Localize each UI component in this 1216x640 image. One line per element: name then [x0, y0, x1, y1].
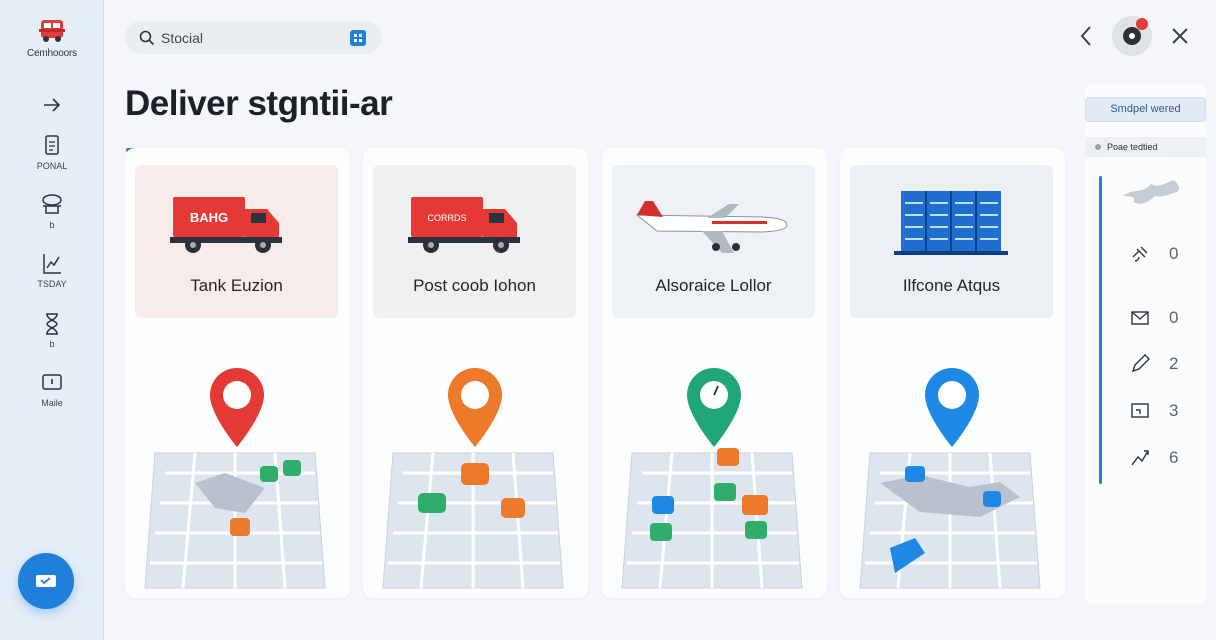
sidebar-item-ponal[interactable]: PONAL [0, 133, 104, 171]
map-pin-icon [144, 368, 326, 589]
delivery-card-tank[interactable]: BAHG Tank Euzion [125, 148, 350, 598]
stat-value: 3 [1169, 401, 1179, 420]
card-label: Tank Euzion [190, 276, 283, 295]
satellite-icon [1132, 246, 1148, 262]
delivery-card-post[interactable]: CORRDS Post coob Iohon [363, 148, 588, 598]
status-label: Poae tedtied [1107, 142, 1158, 152]
close-button[interactable] [1164, 16, 1196, 56]
stat-screen: 3 [1129, 399, 1199, 423]
search-icon [139, 30, 155, 45]
card-label: Alsoraice Lollor [655, 276, 772, 295]
sidebar-item-label: b [49, 220, 55, 230]
card-header: Ilfcone Atqus [850, 165, 1053, 318]
chevron-left-icon [1080, 26, 1091, 46]
sidebar-item-label: TSDAY [37, 279, 67, 289]
user-avatar[interactable] [1112, 16, 1152, 56]
truck-badge: BAHG [190, 210, 228, 225]
route-icon [1131, 450, 1149, 466]
sidebar-item-maile[interactable]: Maile [0, 370, 104, 408]
back-button[interactable] [1074, 16, 1098, 56]
sidebar-item-label: b [49, 339, 55, 349]
stat-satellite: 0 [1129, 242, 1199, 266]
map-pin-icon [859, 368, 1041, 589]
sidebar-item-forward[interactable] [0, 92, 104, 120]
stat-value: 6 [1169, 448, 1179, 467]
status-row: Poae tedtied [1085, 137, 1206, 157]
stat-value: 0 [1169, 308, 1179, 327]
sidebar-item-label: PONAL [36, 161, 68, 171]
world-map-icon [1123, 180, 1180, 204]
truck-badge: CORRDS [427, 213, 466, 223]
stat-mail: 0 [1129, 306, 1199, 330]
search-input[interactable] [161, 29, 341, 46]
sidebar: Cemhooors PONAL b TSDAY b Maile [0, 0, 104, 640]
truck-icon: CORRDS [408, 197, 520, 253]
right-panel: Smdpel wered Poae tedtied 0 0 2 3 6 [1085, 84, 1206, 604]
delivery-card-atlas[interactable]: Ilfcone Atqus [840, 148, 1065, 598]
server-icon [894, 191, 1008, 255]
brand[interactable]: Cemhooors [0, 18, 104, 59]
map-pin-icon [621, 368, 803, 589]
stat-value: 2 [1169, 354, 1179, 373]
chart-icon [43, 254, 61, 274]
truck-icon: BAHG [170, 197, 282, 253]
card-header: BAHG Tank Euzion [135, 165, 338, 318]
sidebar-item-network[interactable]: b [0, 192, 104, 230]
stat-value: 0 [1169, 244, 1179, 263]
sidebar-item-timer[interactable]: b [0, 311, 104, 349]
delivery-card-air[interactable]: Alsoraice Lollor [602, 148, 827, 598]
airplane-icon [635, 201, 788, 253]
card-header: CORRDS Post coob Iohon [373, 165, 576, 318]
stat-route: 6 [1129, 446, 1199, 470]
grid-view-icon[interactable] [350, 30, 366, 46]
top-controls [1074, 16, 1196, 56]
ticket-icon [36, 575, 56, 587]
page-title: Deliver stgntii-ar [125, 84, 393, 123]
pen-icon [1131, 354, 1150, 373]
card-header: Alsoraice Lollor [612, 165, 815, 318]
stat-pen: 2 [1129, 352, 1199, 376]
search-bar[interactable] [125, 21, 382, 54]
network-icon [42, 194, 62, 214]
hourglass-icon [46, 313, 58, 335]
card-label: Post coob Iohon [413, 276, 536, 295]
map-pin-icon [382, 368, 564, 589]
arrow-right-icon [44, 98, 61, 112]
fab-button[interactable] [18, 553, 74, 609]
sidebar-item-label: Maile [41, 398, 63, 408]
document-icon [45, 135, 59, 155]
card-label: Ilfcone Atqus [902, 276, 1001, 295]
notification-dot [1136, 18, 1148, 30]
sidebar-item-tsday[interactable]: TSDAY [0, 251, 104, 289]
screen-icon [1131, 403, 1149, 418]
mail-icon [1131, 311, 1149, 325]
close-icon [1172, 28, 1188, 44]
bus-logo-icon [37, 18, 67, 44]
panel-action-button[interactable]: Smdpel wered [1085, 97, 1206, 122]
status-dot [1095, 144, 1101, 150]
brand-name: Cemhooors [27, 48, 77, 59]
timeline-bar [1099, 176, 1102, 484]
inbox-icon [42, 374, 62, 390]
